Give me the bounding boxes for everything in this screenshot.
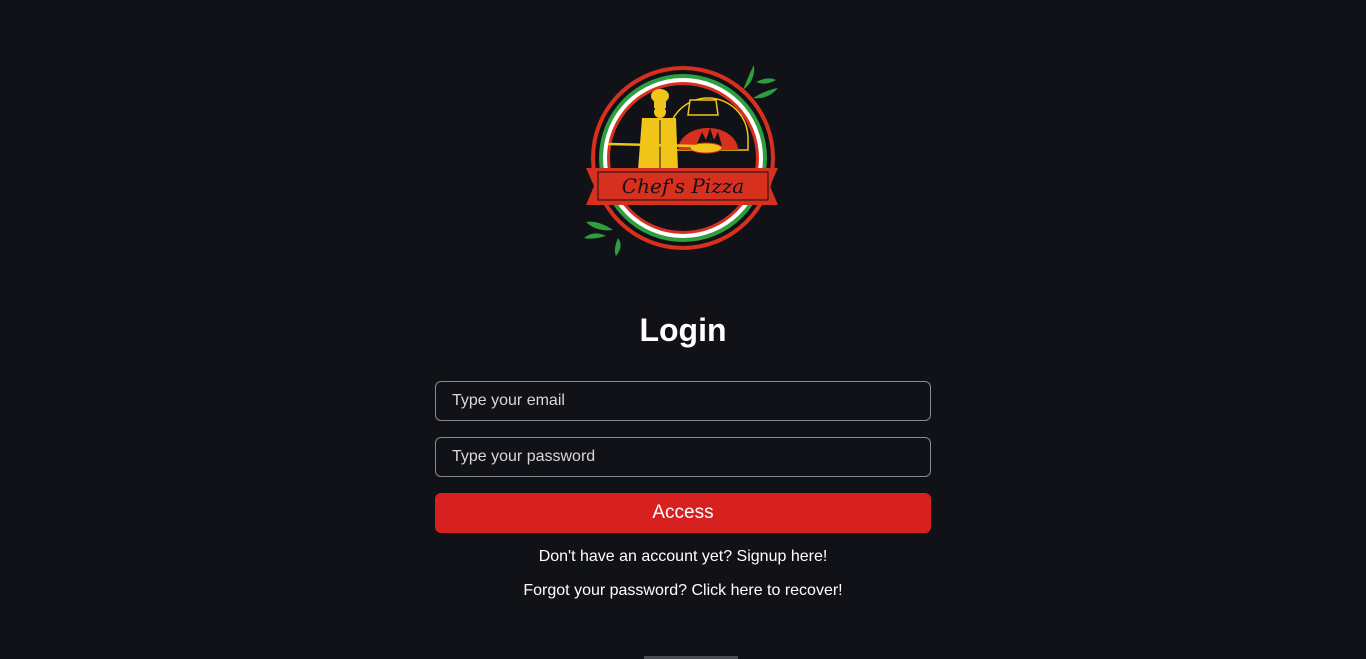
password-field[interactable] bbox=[435, 437, 931, 477]
login-page: Chef's Pizza Login Access Don't have an … bbox=[0, 0, 1366, 659]
email-field[interactable] bbox=[435, 381, 931, 421]
access-button[interactable]: Access bbox=[435, 493, 931, 533]
chefs-pizza-logo: Chef's Pizza bbox=[578, 60, 788, 260]
logo-emblem: Chef's Pizza bbox=[584, 65, 778, 256]
page-title: Login bbox=[639, 312, 727, 348]
recover-password-link[interactable]: Forgot your password? Click here to reco… bbox=[0, 581, 1366, 601]
logo-text: Chef's Pizza bbox=[622, 174, 744, 198]
signup-link[interactable]: Don't have an account yet? Signup here! bbox=[0, 547, 1366, 567]
